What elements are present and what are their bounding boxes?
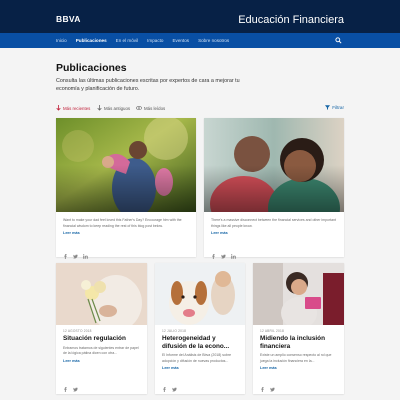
facebook-icon[interactable] [162, 379, 167, 392]
twitter-icon[interactable] [73, 379, 78, 392]
filter-oldest-label: Más antiguos [104, 105, 131, 111]
share-buttons [63, 246, 88, 259]
article-date: 12 AGOSTO 2018 [63, 329, 92, 333]
article-card[interactable]: 12 ABRIL 2018 Midiendo la inclusión fina… [253, 263, 344, 394]
article-image [253, 263, 344, 325]
facebook-icon[interactable] [63, 379, 68, 392]
twitter-icon[interactable] [73, 246, 78, 259]
nav-item-sobre-nosotros[interactable]: Sobre nosotros [198, 38, 229, 43]
article-body: 12 ABRIL 2018 Midiendo la inclusión fina… [260, 329, 338, 370]
filter-button-label: Filtrar [332, 105, 344, 110]
facebook-icon[interactable] [211, 246, 216, 259]
twitter-icon[interactable] [172, 379, 177, 392]
article-body: 12 AGOSTO 2018 Situación regulación Entr… [63, 329, 141, 363]
read-more-link[interactable]: Leer más [211, 231, 338, 235]
filter-recent-label: Más recientes [63, 105, 91, 111]
share-buttons [211, 246, 236, 259]
funnel-icon [325, 105, 331, 110]
read-more-link[interactable]: Leer más [63, 359, 141, 363]
filter-most-read-label: Más leídos [144, 105, 166, 111]
article-body: Want to make your dad feel loved this Fa… [63, 218, 190, 235]
nav-item-en-el-movil[interactable]: En el móvil [116, 38, 138, 43]
top-header: BBVA Educación Financiera [0, 0, 400, 33]
article-card[interactable]: 12 AGOSTO 2018 Situación regulación Entr… [56, 263, 147, 394]
article-title[interactable]: Heterogeneidad y difusión de la econo... [162, 335, 239, 350]
page-description: Consulta las últimas publicaciones escri… [56, 78, 240, 92]
twitter-icon[interactable] [270, 379, 275, 392]
arrow-down-icon [56, 105, 61, 111]
article-date: 12 JULIO 2018 [162, 329, 187, 333]
nav-list: Inicio Publicaciones En el móvil Impacto… [56, 33, 238, 48]
linkedin-icon[interactable] [231, 246, 236, 259]
nav-item-impacto[interactable]: Impacto [147, 38, 163, 43]
article-summary: There's a massive disconnect between the… [211, 218, 336, 228]
article-summary: Existe un amplio consenso respecto al ro… [260, 353, 332, 363]
share-buttons [260, 379, 275, 392]
share-buttons [162, 379, 177, 392]
article-body: There's a massive disconnect between the… [211, 218, 338, 235]
share-buttons [63, 379, 78, 392]
filter-recent[interactable]: Más recientes [56, 105, 90, 111]
article-summary: Entramos tratamos de siguientes entrar d… [63, 345, 139, 356]
site-title[interactable]: Educación Financiera [238, 14, 344, 26]
nav-item-publicaciones[interactable]: Publicaciones [76, 38, 107, 43]
nav-item-inicio[interactable]: Inicio [56, 38, 67, 43]
linkedin-icon[interactable] [83, 246, 88, 259]
facebook-icon[interactable] [63, 246, 68, 259]
article-summary: El Informe del Análisis de Bbva (2018) s… [162, 353, 232, 363]
article-summary: Want to make your dad feel loved this Fa… [63, 218, 182, 228]
article-card[interactable]: 12 JULIO 2018 Heterogeneidad y difusión … [155, 263, 245, 394]
article-date: 12 ABRIL 2018 [260, 329, 284, 333]
nav-item-eventos[interactable]: Eventos [172, 38, 189, 43]
eye-icon [136, 106, 142, 110]
article-card[interactable]: 27 AGOSTO 2018 Smart Mom, Rich Mom: Buil… [204, 118, 344, 259]
page-title: Publicaciones [56, 62, 127, 74]
filter-bar: Más recientes Más antiguos Más leídos Fi… [56, 105, 344, 115]
read-more-link[interactable]: Leer más [162, 366, 239, 370]
twitter-icon[interactable] [221, 246, 226, 259]
filter-oldest[interactable]: Más antiguos [97, 105, 130, 111]
filter-button[interactable]: Filtrar [325, 105, 344, 110]
article-image [204, 118, 344, 212]
read-more-link[interactable]: Leer más [260, 366, 338, 370]
article-body: 12 JULIO 2018 Heterogeneidad y difusión … [162, 329, 239, 370]
article-image [56, 263, 147, 325]
filter-most-read[interactable]: Más leídos [136, 105, 165, 111]
article-title[interactable]: Midiendo la inclusión financiera [260, 335, 338, 350]
arrow-down-icon [97, 105, 102, 111]
article-title[interactable]: Situación regulación [63, 335, 141, 343]
main-nav: Inicio Publicaciones En el móvil Impacto… [0, 33, 400, 48]
facebook-icon[interactable] [260, 379, 265, 392]
article-card[interactable]: 27 AGOSTO 2018 Beyond Ties and Cofee Mug… [56, 118, 196, 259]
article-image [155, 263, 245, 325]
search-icon[interactable] [335, 37, 342, 44]
article-image [56, 118, 196, 212]
bbva-logo[interactable]: BBVA [56, 14, 81, 24]
read-more-link[interactable]: Leer más [63, 231, 190, 235]
